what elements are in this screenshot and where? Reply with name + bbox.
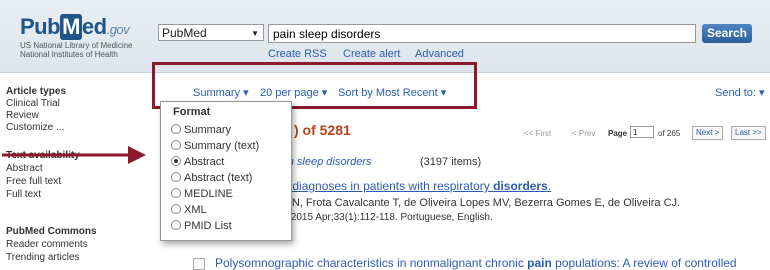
query-count: (3197 items) — [420, 156, 482, 168]
nlm-line-1[interactable]: US National Library of Medicine — [20, 41, 133, 50]
filter-full-text[interactable]: Full text — [6, 189, 41, 200]
result-1-authors: ntos N, Frota Cavalcante T, de Oliveira … — [268, 197, 681, 209]
sort-dropdown[interactable]: Sort by Most Recent ▾ — [338, 86, 446, 99]
search-input[interactable] — [268, 24, 696, 43]
prev-page-link[interactable]: < Prev — [572, 129, 595, 138]
customize-link[interactable]: Customize ... — [6, 122, 64, 133]
format-popup: Format Summary Summary (text) Abstract A… — [160, 101, 292, 241]
page-label: Page — [608, 129, 628, 138]
pubmed-logo[interactable]: PubMed.gov — [20, 14, 130, 40]
send-to-dropdown[interactable]: Send to: ▾ — [715, 86, 765, 99]
pubmed-commons-heading: PubMed Commons — [6, 226, 97, 237]
advanced-link[interactable]: Advanced — [415, 48, 464, 60]
format-option-pmid-list[interactable]: PMID List — [171, 220, 232, 232]
chevron-down-icon: ▾ — [759, 87, 765, 99]
result-1-title[interactable]: ing diagnoses in patients with respirato… — [273, 179, 551, 193]
results-count: ) of 5281 — [294, 122, 351, 138]
chevron-down-icon: ▾ — [243, 87, 249, 99]
trending-articles-link[interactable]: Trending articles — [6, 252, 80, 263]
chevron-down-icon: ▾ — [440, 87, 447, 99]
radio-icon — [171, 220, 181, 231]
format-summary-dropdown[interactable]: Summary ▾ — [193, 86, 249, 99]
create-rss-link[interactable]: Create RSS — [268, 48, 327, 60]
format-option-summary[interactable]: Summary — [171, 124, 231, 136]
nih-line-2[interactable]: National Institutes of Health — [20, 50, 118, 59]
radio-selected-icon — [171, 156, 181, 167]
chevron-down-icon: ▾ — [321, 87, 328, 99]
result-2-checkbox[interactable] — [193, 258, 205, 270]
format-option-summary-text[interactable]: Summary (text) — [171, 140, 259, 152]
format-option-medline[interactable]: MEDLINE — [171, 188, 233, 200]
search-button[interactable]: Search — [702, 24, 752, 43]
radio-icon — [171, 188, 181, 199]
article-types-heading: Article types — [6, 86, 67, 97]
radio-icon — [171, 204, 181, 215]
database-select[interactable]: PubMed ▼ — [158, 24, 264, 41]
filter-review[interactable]: Review — [6, 110, 39, 121]
dropdown-arrow-icon: ▼ — [251, 29, 259, 38]
last-page-button[interactable]: Last >> — [731, 126, 766, 140]
popup-heading: Format — [173, 106, 211, 118]
filter-free-full-text[interactable]: Free full text — [6, 176, 61, 187]
radio-icon — [171, 172, 181, 183]
page-total: of 265 — [658, 129, 681, 138]
first-page-link[interactable]: << First — [524, 129, 551, 138]
radio-icon — [171, 124, 181, 135]
filter-clinical-trial[interactable]: Clinical Trial — [6, 98, 60, 109]
result-2-title[interactable]: Polysomnographic characteristics in nonm… — [215, 256, 737, 270]
result-1-citation: erm. 2015 Apr;33(1):112-118. Portuguese,… — [268, 212, 493, 223]
arrow-annotation-icon — [2, 146, 146, 164]
radio-icon — [171, 140, 181, 151]
per-page-dropdown[interactable]: 20 per page ▾ — [260, 86, 327, 99]
format-option-abstract-text[interactable]: Abstract (text) — [171, 172, 252, 184]
create-alert-link[interactable]: Create alert — [343, 48, 400, 60]
format-option-abstract[interactable]: Abstract — [171, 156, 224, 168]
next-page-button[interactable]: Next > — [692, 126, 724, 140]
format-option-xml[interactable]: XML — [171, 204, 207, 216]
page-number-input[interactable]: 1 — [630, 126, 654, 138]
reader-comments-link[interactable]: Reader comments — [6, 239, 88, 250]
